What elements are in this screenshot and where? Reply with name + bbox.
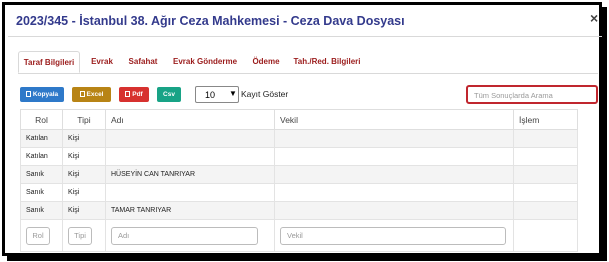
tab-tah-red-bilgileri[interactable]: Tah./Red. Bilgileri [293,51,361,73]
cell-tipi: Kişi [62,165,106,184]
pdf-button[interactable]: Pdf [119,87,149,102]
window-shadow-right [602,7,607,261]
cell-islem [513,201,578,220]
page-size-select[interactable]: 10 ▼ [195,86,239,103]
cell-tipi: Kişi [62,183,106,202]
cell-vekil [274,129,514,148]
table-row[interactable]: Sanık Kişi TAMAR TANRIYAR [20,201,578,220]
copy-button-label: Kopyala [32,91,59,98]
csv-button[interactable]: Csv [157,87,181,102]
cell-vekil [274,183,514,202]
excel-icon [79,91,85,97]
cell-adi [105,147,275,166]
cell-islem [513,147,578,166]
cell-rol: Sanık [20,165,63,184]
cell-adi [105,129,275,148]
column-header-vekil[interactable]: Vekil [274,109,514,130]
filter-adi-input[interactable]: Adı [111,226,258,245]
chevron-down-icon: ▼ [229,89,237,98]
csv-button-label: Csv [163,91,175,98]
column-header-islem[interactable]: İşlem [513,109,578,130]
tab-taraf-bilgileri[interactable]: Taraf Bilgileri [18,51,80,73]
filter-islem-cell [513,219,578,252]
excel-button[interactable]: Excel [72,87,111,102]
tab-evrak-gonderme[interactable]: Evrak Gönderme [173,51,237,73]
filter-tipi-input[interactable]: Tipi [68,226,92,245]
window-title: 2023/345 - İstanbul 38. Ağır Ceza Mahkem… [16,14,405,28]
table-header-row: Rol Tipi Adı Vekil İşlem [20,109,578,130]
copy-icon [25,91,31,97]
page-size-value: 10 [205,90,216,100]
cell-rol: Sanık [20,183,63,202]
page-size-label: Kayıt Göster [241,89,289,99]
cell-vekil [274,165,514,184]
tab-safahat[interactable]: Safahat [125,51,161,73]
table-row[interactable]: Sanık Kişi [20,183,578,202]
column-header-tipi[interactable]: Tipi [62,109,106,130]
title-divider [8,36,602,37]
column-header-adi[interactable]: Adı [105,109,275,130]
cell-islem [513,183,578,202]
excel-button-label: Excel [86,91,104,98]
copy-button[interactable]: Kopyala [20,87,64,102]
cell-tipi: Kişi [62,147,106,166]
cell-islem [513,165,578,184]
cell-islem [513,129,578,148]
cell-rol: Katılan [20,147,63,166]
table-row[interactable]: Katılan Kişi [20,147,578,166]
parties-table: Rol Tipi Adı Vekil İşlem Katılan Kişi Ka… [20,109,578,252]
cell-adi [105,183,275,202]
cell-vekil [274,201,514,220]
search-input[interactable]: Tüm Sonuçlarda Arama [466,85,598,104]
pdf-button-label: Pdf [132,91,143,98]
cell-tipi: Kişi [62,129,106,148]
cell-adi: TAMAR TANRIYAR [105,201,275,220]
close-icon[interactable]: × [590,10,598,26]
window-shadow-bottom [7,256,607,261]
cell-rol: Katılan [20,129,63,148]
cell-rol: Sanık [20,201,63,220]
table-row[interactable]: Sanık Kişi HÜSEYİN CAN TANRIYAR [20,165,578,184]
filter-vekil-input[interactable]: Vekil [280,226,506,245]
filter-rol-input[interactable]: Rol [26,226,50,245]
cell-adi: HÜSEYİN CAN TANRIYAR [105,165,275,184]
column-header-rol[interactable]: Rol [20,109,63,130]
pdf-icon [125,91,131,97]
table-row[interactable]: Katılan Kişi [20,129,578,148]
modal-window: 2023/345 - İstanbul 38. Ağır Ceza Mahkem… [2,2,602,256]
cell-tipi: Kişi [62,201,106,220]
filter-row: Rol Tipi Adı Vekil [20,219,578,252]
tab-bar: Taraf Bilgileri Evrak Safahat Evrak Gönd… [18,51,598,74]
cell-vekil [274,147,514,166]
tab-evrak[interactable]: Evrak [88,51,116,73]
tab-odeme[interactable]: Ödeme [251,51,281,73]
